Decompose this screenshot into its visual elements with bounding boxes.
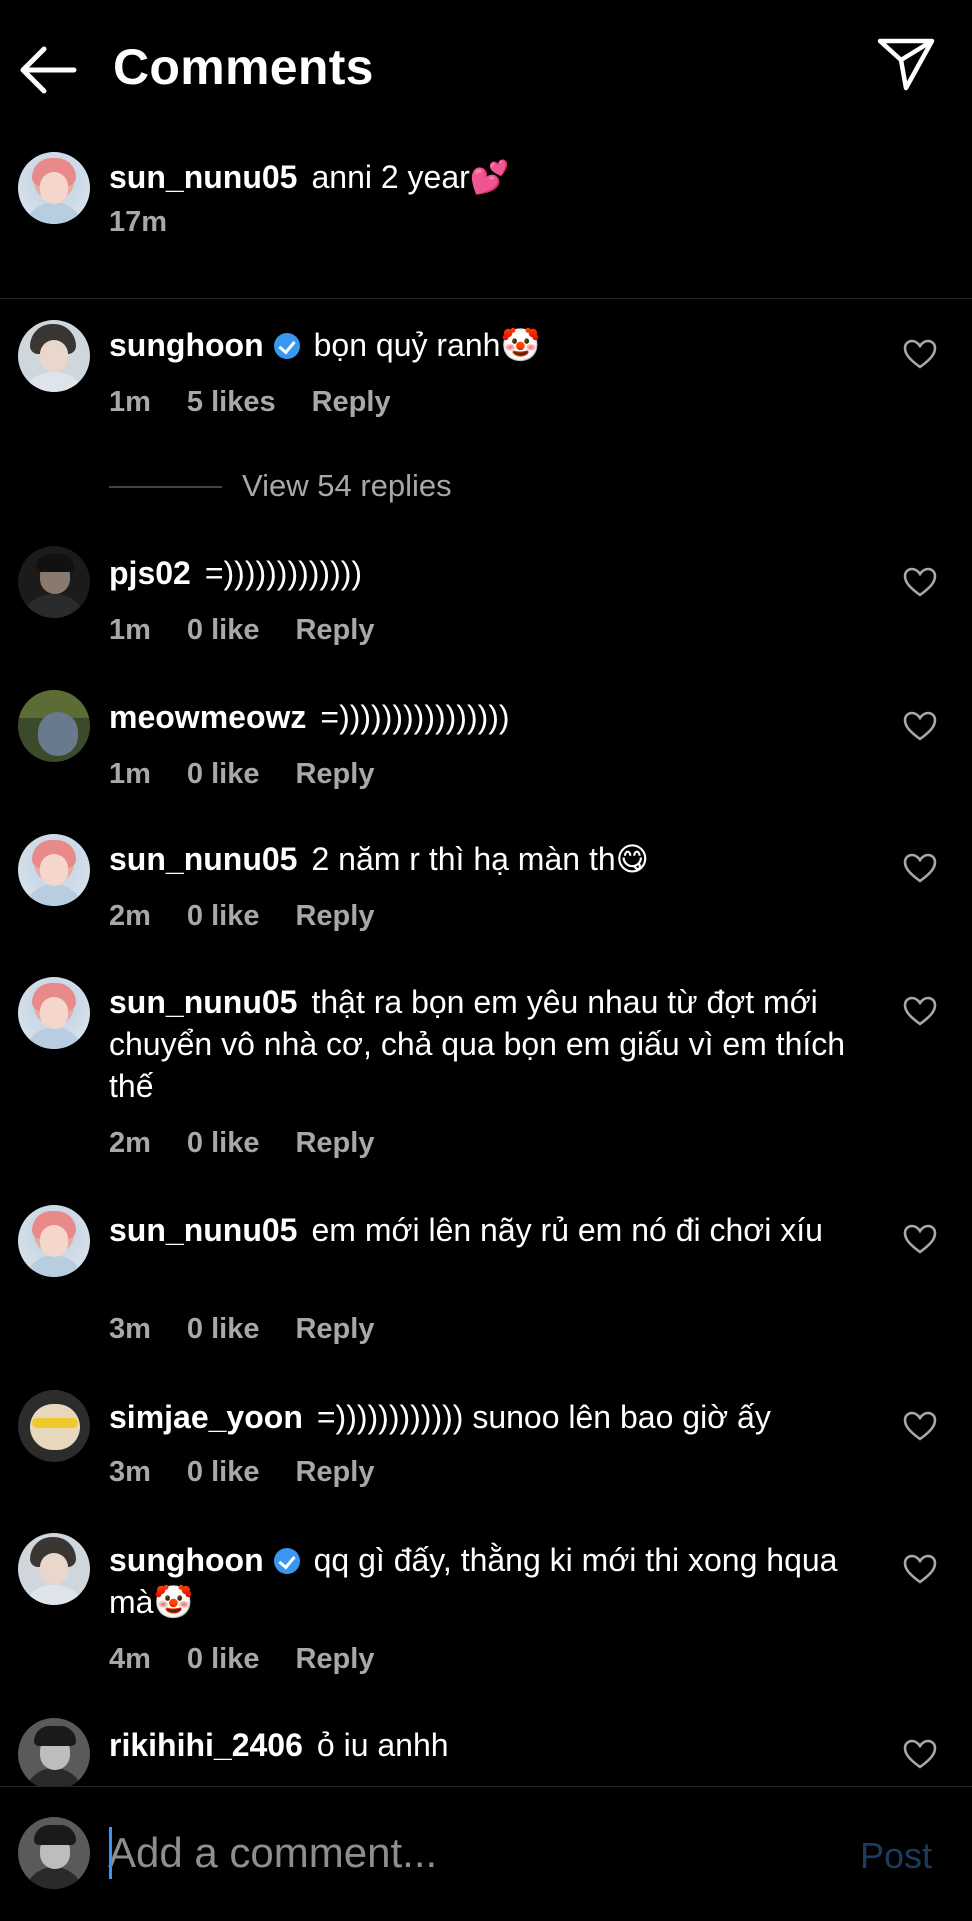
comment-likes[interactable]: 0 like — [187, 614, 260, 646]
send-icon[interactable] — [876, 36, 936, 92]
comment-username[interactable]: sunghoon — [109, 327, 264, 363]
comment-likes[interactable]: 0 like — [187, 1127, 260, 1159]
comment-username[interactable]: sun_nunu05 — [109, 984, 297, 1020]
heart-icon[interactable] — [902, 1410, 938, 1442]
comment-text: em mới lên nãy rủ em nó đi chơi xíu — [311, 1212, 823, 1248]
heart-icon[interactable] — [902, 338, 938, 370]
comment-username[interactable]: simjae_yoon — [109, 1399, 303, 1435]
comment-time: 2m — [109, 1127, 151, 1159]
reply-button[interactable]: Reply — [295, 1643, 374, 1675]
reply-button[interactable]: Reply — [295, 1127, 374, 1159]
comment-likes[interactable]: 0 like — [187, 758, 260, 790]
comment-text: bọn quỷ ranh🤡 — [313, 327, 541, 363]
comment-text: ỏ iu anhh — [316, 1727, 449, 1763]
avatar[interactable] — [18, 1390, 90, 1462]
text-caret — [109, 1827, 112, 1879]
avatar[interactable] — [18, 690, 90, 762]
comment-time: 1m — [109, 758, 151, 790]
comment-username[interactable]: sun_nunu05 — [109, 841, 297, 877]
comment-text: =))))))))))))) — [204, 555, 363, 591]
current-user-avatar — [18, 1817, 90, 1889]
avatar[interactable] — [18, 546, 90, 618]
comment-likes[interactable]: 0 like — [187, 900, 260, 932]
heart-icon[interactable] — [902, 1553, 938, 1585]
comment-likes[interactable]: 0 like — [187, 1643, 260, 1675]
verified-badge-icon — [273, 333, 300, 359]
divider — [0, 298, 972, 299]
comment-username[interactable]: rikihihi_2406 — [109, 1727, 303, 1763]
avatar[interactable] — [18, 1533, 90, 1605]
comment-time: 3m — [109, 1313, 151, 1345]
heart-icon[interactable] — [902, 995, 938, 1027]
comment-username[interactable]: pjs02 — [109, 555, 191, 591]
comment-time: 1m — [109, 386, 151, 418]
comment-username[interactable]: meowmeowz — [109, 699, 306, 735]
comment-time: 4m — [109, 1643, 151, 1675]
comment-likes[interactable]: 0 like — [187, 1313, 260, 1345]
comment-text: =)))))))))))))))) — [320, 699, 510, 735]
comment-text: 2 năm r thì hạ màn th😋 — [311, 841, 649, 877]
heart-icon[interactable] — [902, 1738, 938, 1770]
reply-button[interactable]: Reply — [312, 386, 391, 418]
comment-likes[interactable]: 0 like — [187, 1456, 260, 1488]
comment-likes[interactable]: 5 likes — [187, 386, 276, 418]
comment-time: 2m — [109, 900, 151, 932]
comment-text: =)))))))))))) sunoo lên bao giờ ấy — [316, 1399, 771, 1435]
comment-time: 1m — [109, 614, 151, 646]
post-button[interactable]: Post — [860, 1835, 932, 1877]
comment-username[interactable]: sun_nunu05 — [109, 1212, 297, 1248]
avatar[interactable] — [18, 152, 90, 224]
heart-icon[interactable] — [902, 1223, 938, 1255]
caption-text: anni 2 year💕 — [311, 159, 510, 195]
header-bar: Comments — [0, 0, 972, 140]
caption-time: 17m — [109, 206, 168, 238]
reply-button[interactable]: Reply — [295, 758, 374, 790]
replies-divider — [109, 486, 222, 488]
reply-button[interactable]: Reply — [295, 900, 374, 932]
comment-composer: Add a comment... Post — [0, 1786, 972, 1921]
avatar[interactable] — [18, 1205, 90, 1277]
avatar[interactable] — [18, 320, 90, 392]
reply-button[interactable]: Reply — [295, 1313, 374, 1345]
verified-badge-icon — [273, 1548, 300, 1574]
caption-username[interactable]: sun_nunu05 — [109, 159, 297, 195]
comment-input[interactable]: Add a comment... — [108, 1823, 828, 1883]
reply-button[interactable]: Reply — [295, 1456, 374, 1488]
heart-icon[interactable] — [902, 566, 938, 598]
page-title: Comments — [113, 39, 374, 95]
avatar[interactable] — [18, 834, 90, 906]
post-caption: sun_nunu05 anni 2 year💕 17m — [0, 148, 972, 298]
reply-button[interactable]: Reply — [295, 614, 374, 646]
heart-icon[interactable] — [902, 710, 938, 742]
comment-time: 3m — [109, 1456, 151, 1488]
heart-icon[interactable] — [902, 852, 938, 884]
back-arrow-icon[interactable] — [18, 45, 78, 95]
avatar[interactable] — [18, 1718, 90, 1790]
avatar[interactable] — [18, 977, 90, 1049]
comment-username[interactable]: sunghoon — [109, 1542, 264, 1578]
view-replies-label[interactable]: View 54 replies — [242, 468, 452, 504]
